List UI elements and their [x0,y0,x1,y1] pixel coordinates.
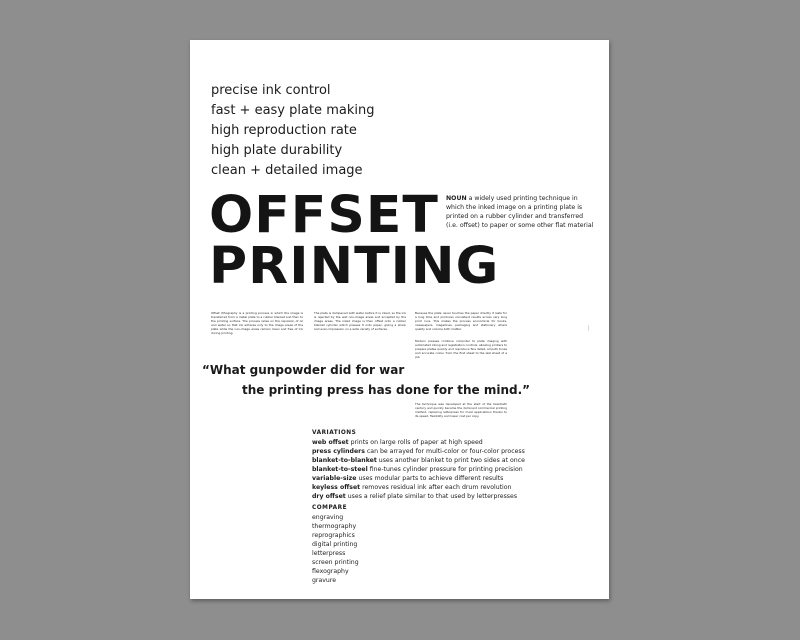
variation-item: web offset prints on large rolls of pape… [312,438,512,447]
page-folio: —— [587,325,590,331]
variation-desc: uses modular parts to achieve different … [356,475,504,482]
definition-text: a widely used printing technique in whic… [446,195,594,229]
body-text-column: Offset lithography is a printing process… [211,312,303,335]
variation-desc: can be arrayed for multi-color or four-c… [364,448,525,455]
variation-item: blanket-to-steel fine-tunes cylinder pre… [312,465,523,474]
benefit-item: fast + easy plate making [211,103,375,118]
variation-term: variable-size [312,475,357,482]
variation-item: keyless offset removes residual ink afte… [312,483,512,492]
compare-section: COMPARE engraving thermography reprograp… [312,504,432,585]
variations-title: VARIATIONS [312,430,357,436]
variation-item: blanket-to-blanket uses another blanket … [312,456,525,465]
benefit-item: high plate durability [211,143,343,158]
compare-item: thermography [312,523,357,530]
variation-desc: uses another blanket to print two sides … [376,457,525,464]
variation-item: variable-size uses modular parts to achi… [312,474,512,483]
compare-item: letterpress [312,550,346,557]
compare-item: engraving [312,514,344,521]
compare-item: flexography [312,568,349,575]
compare-item: digital printing [312,541,358,548]
variations-list: web offset prints on large rolls of pape… [312,438,525,501]
pull-quote: “What gunpowder did for war the printing… [202,360,530,400]
compare-title: COMPARE [312,505,348,511]
variation-term: dry offset [312,493,346,500]
variation-term: press cylinders [312,448,365,455]
compare-list: engraving thermography reprographics dig… [312,513,432,585]
title-line-2: PRINTING [209,237,500,296]
variation-item: dry offset uses a relief plate similar t… [312,492,517,501]
variation-term: blanket-to-blanket [312,457,377,464]
variation-term: keyless offset [312,484,361,491]
benefit-item: high reproduction rate [211,123,357,138]
variation-term: blanket-to-steel [312,466,368,473]
variation-term: web offset [312,439,349,446]
benefit-item: clean + detailed image [211,163,363,178]
compare-item: gravure [312,577,337,584]
benefit-item: precise ink control [211,83,331,98]
variation-desc: uses a relief plate similar to that used… [345,493,518,500]
poster-page: precise ink control fast + easy plate ma… [190,40,609,599]
benefits-list: precise ink control fast + easy plate ma… [211,81,374,181]
body-text-column: The technique was developed at the start… [415,403,507,418]
variation-item: press cylinders can be arrayed for multi… [312,447,525,456]
body-text-column: The plate is dampened with water before … [314,312,406,331]
variation-desc: removes residual ink after each drum rev… [360,484,512,491]
quote-line-1: “What gunpowder did for war [202,363,405,377]
variation-desc: fine-tunes cylinder pressure for printin… [367,466,523,473]
variation-desc: prints on large rolls of paper at high s… [348,439,483,446]
definition-part-of-speech: NOUN [446,195,467,202]
compare-item: screen printing [312,559,359,566]
screenshot-background: { "benefits": [ "precise ink control", "… [0,0,800,640]
variations-section: VARIATIONS web offset prints on large ro… [312,429,525,501]
compare-item: reprographics [312,532,355,539]
quote-line-2: the printing press has done for the mind… [242,383,531,397]
definition: NOUN a widely used printing technique in… [446,194,594,230]
